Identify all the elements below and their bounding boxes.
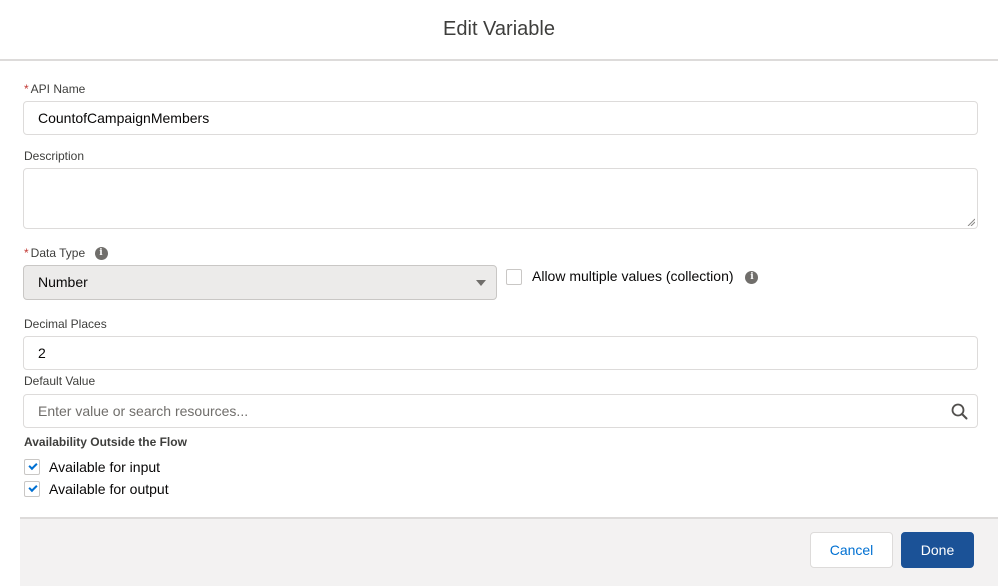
decimal-places-label: Decimal Places (24, 317, 107, 331)
api-name-label-text: API Name (30, 82, 86, 96)
api-name-label: * API Name (24, 82, 85, 96)
search-icon[interactable] (951, 403, 968, 420)
default-value-field (23, 394, 978, 428)
decimal-places-input[interactable]: 2 (23, 336, 978, 370)
available-for-output-label: Available for output (49, 481, 169, 497)
done-button[interactable]: Done (901, 532, 974, 568)
resize-handle-icon[interactable] (967, 218, 975, 226)
chevron-down-icon (476, 280, 486, 286)
available-for-input-label: Available for input (49, 459, 161, 475)
data-type-select[interactable]: Number (23, 265, 497, 300)
modal-title: Edit Variable (443, 18, 555, 40)
info-icon[interactable]: i (745, 270, 759, 284)
required-marker: * (24, 246, 29, 260)
default-value-label: Default Value (24, 374, 96, 388)
api-name-input[interactable]: CountofCampaignMembers (23, 101, 978, 135)
allow-multiple-label: Allow multiple values (collection) i (532, 268, 759, 284)
data-type-selected-value: Number (38, 274, 88, 290)
modal-header: Edit Variable (0, 0, 998, 61)
cancel-button[interactable]: Cancel (810, 532, 893, 568)
allow-multiple-checkbox[interactable] (506, 269, 522, 285)
data-type-label: * Data Type i (24, 246, 108, 261)
availability-section-title: Availability Outside the Flow (24, 435, 187, 449)
required-marker: * (24, 82, 29, 96)
info-icon[interactable]: i (94, 247, 108, 261)
data-type-label-text: Data Type (30, 246, 86, 260)
default-value-input[interactable] (24, 395, 944, 427)
description-textarea[interactable] (23, 168, 978, 229)
available-for-input-checkbox[interactable] (24, 459, 40, 475)
allow-multiple-label-text: Allow multiple values (collection) (532, 268, 734, 284)
available-for-output-checkbox[interactable] (24, 481, 40, 497)
description-label: Description (24, 149, 85, 163)
